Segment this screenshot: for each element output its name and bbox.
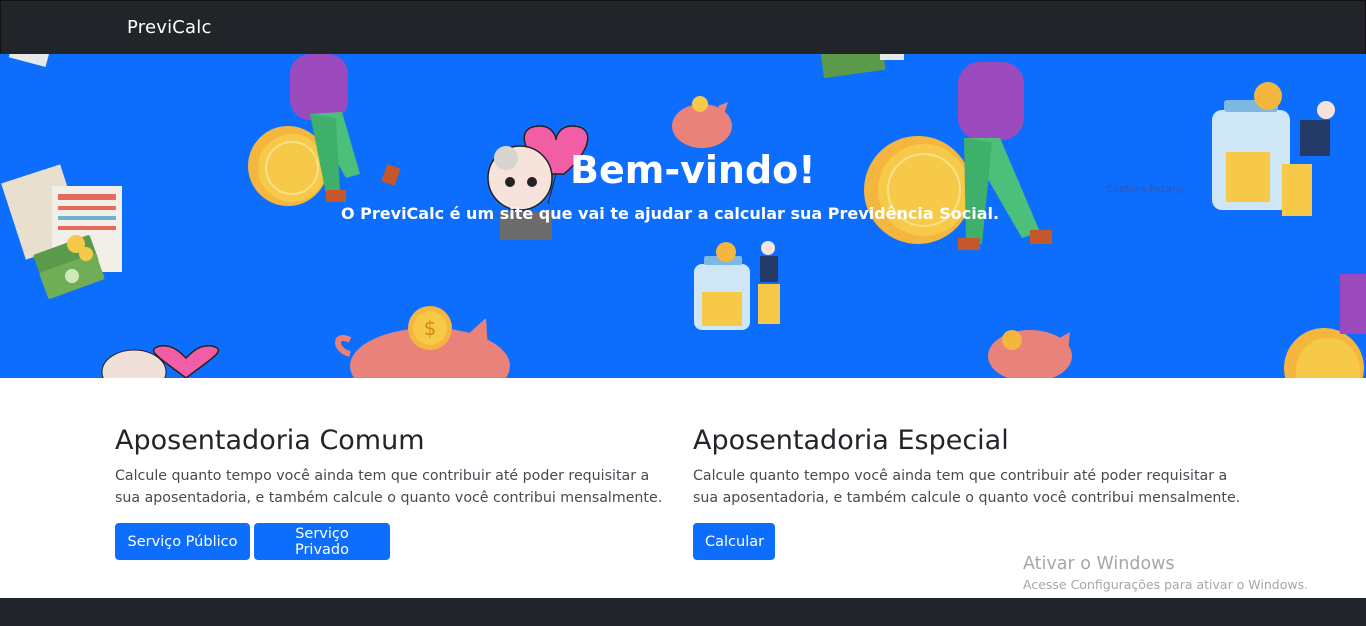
piggy-bank-icon: $ [335, 306, 510, 378]
calcular-button[interactable]: Calcular [693, 523, 775, 560]
section-title: Aposentadoria Comum [115, 425, 425, 456]
person-illustration [248, 54, 401, 206]
piggy-bank-icon [672, 96, 732, 148]
servico-publico-button[interactable]: Serviço Público [115, 523, 250, 560]
activation-message: Acesse Configurações para ativar o Windo… [1023, 577, 1309, 592]
coin-jar-icon [1212, 82, 1335, 216]
section-description: Calcule quanto tempo você ainda tem que … [115, 468, 663, 506]
money-bill-icon [820, 54, 904, 78]
money-bill-icon [8, 54, 50, 68]
overlay-caption: Captura Retang [1106, 184, 1185, 195]
activation-title: Ativar o Windows [1023, 554, 1175, 574]
heart-balloon-icon [101, 344, 219, 378]
section-aposentadoria-especial: Aposentadoria Especial Calcule quanto te… [693, 425, 1253, 509]
hero-subtitle: O PreviCalc é um site que vai te ajudar … [341, 204, 1000, 223]
piggy-bank-icon [988, 330, 1072, 378]
hero-banner: $ Bem-vindo! O PreviCalc é um site que v… [0, 54, 1366, 378]
coin-icon [1284, 274, 1366, 378]
hero-title: Bem-vindo! [570, 148, 816, 192]
section-description: Calcule quanto tempo você ainda tem que … [693, 468, 1241, 506]
servico-privado-button[interactable]: Serviço Privado [254, 523, 390, 560]
windows-activation-watermark: Ativar o Windows Acesse Configurações pa… [1023, 553, 1308, 595]
brand-link[interactable]: PreviCalc [127, 17, 212, 38]
page-footer [0, 598, 1366, 626]
top-navbar: PreviCalc [0, 0, 1366, 54]
svg-text:$: $ [424, 316, 437, 340]
section-title: Aposentadoria Especial [693, 425, 1009, 456]
section-aposentadoria-comum: Aposentadoria Comum Calcule quanto tempo… [115, 425, 675, 509]
coin-jar-icon [694, 241, 780, 330]
